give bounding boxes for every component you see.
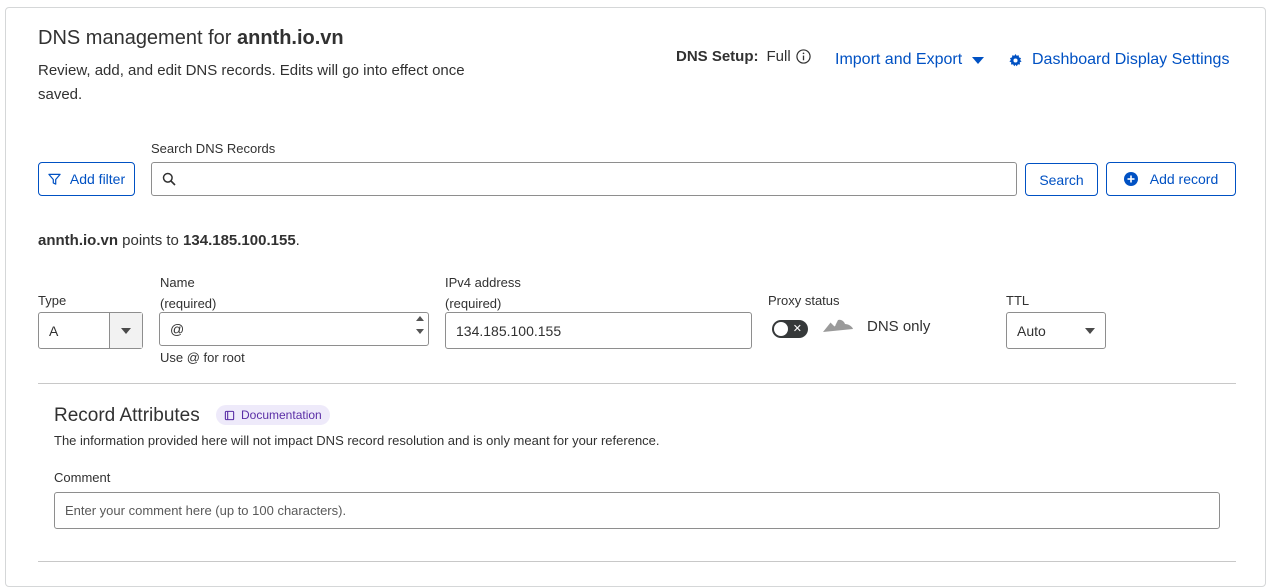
search-input[interactable] [151, 162, 1017, 196]
add-record-button[interactable]: Add record [1106, 162, 1236, 196]
comment-input[interactable]: Enter your comment here (up to 100 chara… [54, 492, 1220, 529]
domain-name: annth.io.vn [236, 27, 344, 49]
chevron-down-icon [972, 56, 985, 64]
chevron-down-icon [1085, 327, 1095, 334]
record-attributes-title: Record Attributes [54, 405, 200, 426]
divider [38, 561, 1236, 562]
documentation-link[interactable]: Documentation [216, 405, 330, 425]
divider [38, 383, 1236, 384]
info-icon[interactable] [796, 49, 811, 64]
proxy-status-label: Proxy status [768, 293, 840, 308]
import-export-dropdown[interactable]: Import and Export [835, 51, 985, 69]
ipv4-input[interactable]: 134.185.100.155 [445, 312, 752, 349]
record-attributes-description: The information provided here will not i… [54, 433, 660, 448]
ttl-select[interactable]: Auto [1006, 312, 1106, 349]
search-label: Search DNS Records [151, 141, 276, 156]
proxy-toggle[interactable]: ✕ [772, 320, 808, 338]
chevron-down-icon [109, 313, 142, 348]
add-filter-button[interactable]: Add filter [38, 162, 135, 196]
cloud-icon [823, 319, 853, 332]
search-icon [162, 172, 176, 186]
book-icon [224, 410, 235, 420]
filter-icon [48, 173, 61, 185]
ipv4-label: IPv4 address (required) [445, 275, 521, 311]
type-select[interactable]: A [38, 312, 143, 349]
dns-setup-status: DNS Setup: Full [676, 48, 811, 65]
type-label: Type [38, 293, 67, 308]
points-to-summary: annth.io.vn points to 134.185.100.155. [38, 232, 300, 249]
plus-circle-icon [1123, 172, 1138, 186]
page-subtitle: Review, add, and edit DNS records. Edits… [38, 62, 465, 103]
ttl-label: TTL [1006, 293, 1030, 308]
gear-icon [1009, 53, 1022, 66]
name-hint: Use @ for root [160, 350, 245, 365]
page-title: DNS management for annth.io.vn [38, 27, 344, 49]
name-input[interactable]: @ [159, 312, 429, 346]
name-label: Name (required) [160, 275, 217, 311]
name-spinner[interactable] [416, 316, 424, 334]
proxy-status-value: DNS only [867, 318, 931, 335]
dashboard-display-settings-link[interactable]: Dashboard Display Settings [1009, 51, 1229, 69]
comment-label: Comment [54, 470, 111, 485]
search-button[interactable]: Search [1025, 163, 1098, 196]
